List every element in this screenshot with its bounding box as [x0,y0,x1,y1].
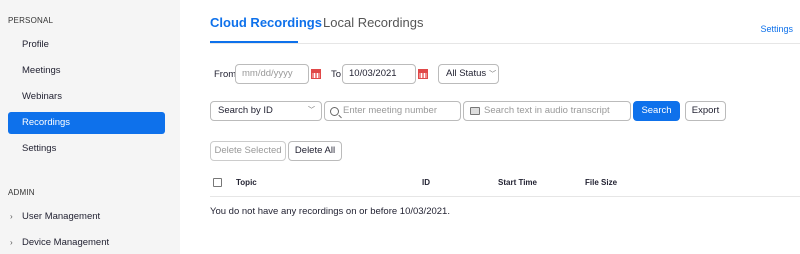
section-label-admin: ADMIN [8,188,35,197]
sidebar-item-label: User Management [22,211,101,222]
table-divider [210,196,800,197]
sidebar-item-meetings[interactable]: Meetings [8,60,165,82]
sidebar: PERSONAL Profile Meetings Webinars Recor… [0,0,180,254]
export-button[interactable]: Export [685,101,726,121]
chevron-down-icon: ﹀ [489,71,497,78]
status-select-value: All Status [446,68,487,79]
sidebar-item-webinars[interactable]: Webinars [8,86,165,108]
transcript-icon [470,107,480,115]
transcript-search-input[interactable]: Search text in audio transcript [463,101,631,121]
section-label-personal: PERSONAL [8,16,54,25]
from-label: From [214,69,237,80]
search-button[interactable]: Search [633,101,680,121]
sidebar-item-user-management[interactable]: › User Management [8,206,165,228]
column-header-file-size: File Size [585,178,618,187]
sidebar-item-label: Device Management [22,237,110,248]
chevron-down-icon: ﹀ [308,107,315,114]
sidebar-item-settings[interactable]: Settings [8,138,165,160]
chevron-right-icon: › [10,212,13,221]
delete-selected-button[interactable]: Delete Selected [210,141,286,161]
tab-cloud-recordings[interactable]: Cloud Recordings [210,15,322,30]
calendar-icon[interactable] [311,69,321,79]
calendar-icon[interactable] [418,69,428,79]
search-icon [330,107,339,116]
from-date-input[interactable]: mm/dd/yyyy [235,64,309,84]
tab-divider [210,43,800,44]
status-select[interactable]: All Status ﹀ [438,64,499,84]
settings-link[interactable]: Settings [760,24,793,34]
select-all-checkbox[interactable] [213,178,222,187]
tab-local-recordings[interactable]: Local Recordings [323,15,423,30]
delete-all-button[interactable]: Delete All [288,141,342,161]
sidebar-item-profile[interactable]: Profile [8,34,165,56]
sidebar-item-device-management[interactable]: › Device Management [8,232,165,254]
search-by-select[interactable]: Search by ID ﹀ [210,101,322,121]
empty-state-message: You do not have any recordings on or bef… [210,206,450,217]
chevron-right-icon: › [10,238,13,247]
column-header-topic: Topic [236,178,257,187]
search-by-label: Search by [218,105,261,116]
main-content: Cloud Recordings Local Recordings Settin… [180,0,800,254]
meeting-number-input[interactable]: Enter meeting number [324,101,461,121]
column-header-id: ID [422,178,430,187]
sidebar-item-recordings[interactable]: Recordings [8,112,165,134]
column-header-start-time: Start Time [498,178,537,187]
to-label: To [331,69,342,80]
to-date-input[interactable]: 10/03/2021 [342,64,416,84]
search-by-value: ID [263,105,273,116]
